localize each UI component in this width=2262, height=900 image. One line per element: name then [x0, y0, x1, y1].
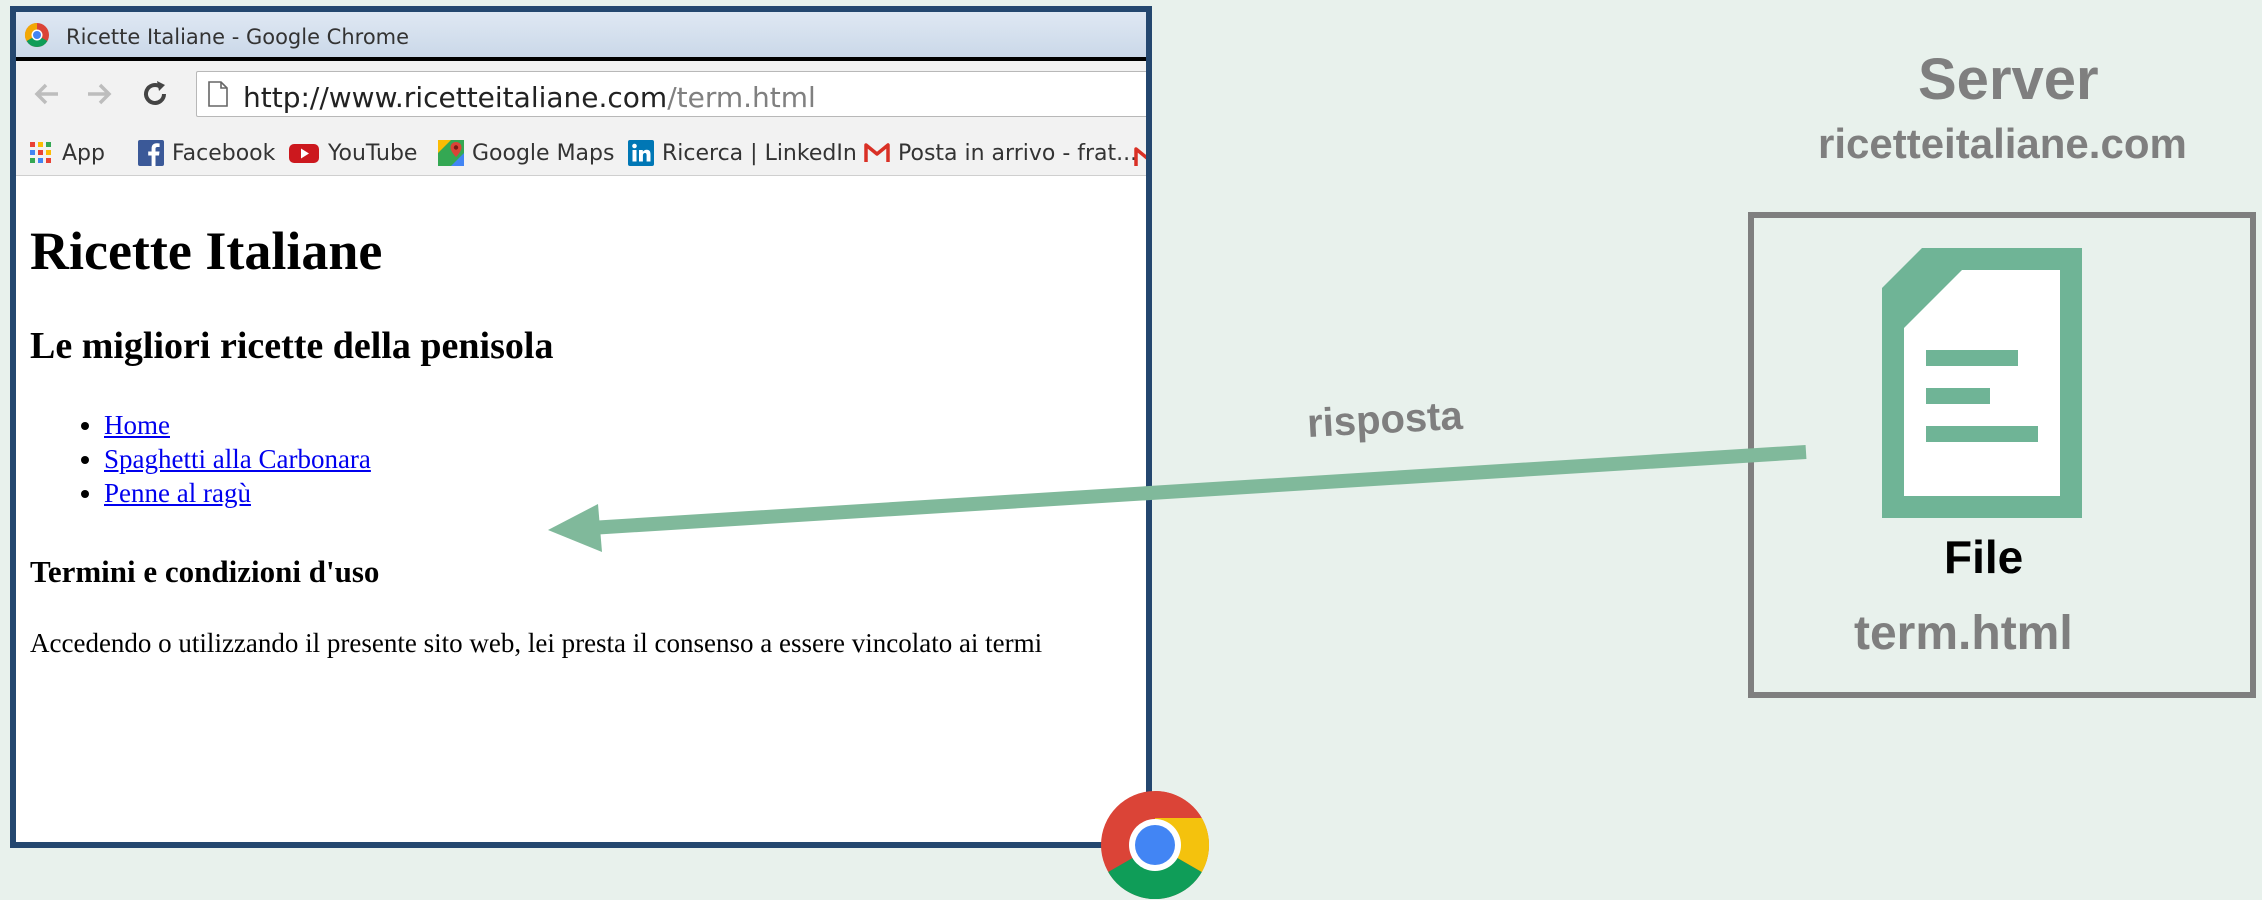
nav-list: Home Spaghetti alla Carbonara Penne al r…	[30, 408, 371, 510]
back-arrow-icon[interactable]	[30, 77, 64, 111]
url-host: http://www.ricetteitaliane.com	[243, 81, 668, 114]
facebook-icon	[138, 140, 164, 166]
linkedin-icon	[628, 140, 654, 166]
server-title: Server	[1918, 47, 2099, 112]
link-penne[interactable]: Penne al ragù	[104, 478, 251, 508]
bookmark-label: App	[62, 140, 105, 166]
google-maps-icon	[438, 140, 464, 166]
toolbar: http://www.ricetteitaliane.com/term.html	[16, 61, 1146, 143]
page-content: Ricette Italiane Le migliori ricette del…	[16, 176, 1146, 842]
bookmark-label: Facebook	[172, 140, 276, 166]
file-name: term.html	[1854, 607, 2073, 660]
bookmarks-bar: App Facebook YouTube Google Maps Ricerca…	[16, 135, 1146, 176]
link-carbonara[interactable]: Spaghetti alla Carbonara	[104, 444, 371, 474]
reload-icon[interactable]	[138, 77, 172, 111]
link-home[interactable]: Home	[104, 410, 170, 440]
url-text: http://www.ricetteitaliane.com/term.html	[243, 81, 816, 114]
terms-heading: Termini e condizioni d'uso	[30, 554, 380, 589]
chrome-icon	[24, 22, 49, 48]
window-title: Ricette Italiane - Google Chrome	[66, 25, 410, 49]
list-item: Spaghetti alla Carbonara	[104, 442, 371, 476]
bookmark-app[interactable]: App	[28, 140, 105, 166]
gmail-icon[interactable]	[1134, 144, 1152, 170]
title-bar: Ricette Italiane - Google Chrome	[16, 12, 1146, 60]
bookmark-youtube[interactable]: YouTube	[288, 140, 417, 166]
browser-window: Ricette Italiane - Google Chrome http://…	[10, 6, 1152, 848]
file-label: File	[1944, 531, 2024, 583]
file-icon	[1882, 248, 2082, 518]
page-subheading: Le migliori ricette della penisola	[30, 325, 554, 367]
bookmark-google-maps[interactable]: Google Maps	[438, 140, 614, 166]
page-heading: Ricette Italiane	[30, 221, 383, 281]
bookmark-linkedin[interactable]: Ricerca | LinkedIn	[628, 140, 857, 166]
list-item: Home	[104, 408, 371, 442]
address-bar[interactable]: http://www.ricetteitaliane.com/term.html	[196, 71, 1146, 117]
page-icon	[208, 81, 228, 107]
bookmark-label: Google Maps	[472, 140, 615, 166]
gmail-icon	[864, 143, 890, 162]
forward-arrow-icon[interactable]	[82, 77, 116, 111]
list-item: Penne al ragù	[104, 476, 371, 510]
url-path: /term.html	[667, 81, 816, 114]
bookmark-label: Ricerca | LinkedIn	[662, 140, 857, 166]
bookmark-label: Posta in arrivo - frat...	[898, 140, 1138, 166]
terms-paragraph: Accedendo o utilizzando il presente sito…	[30, 628, 1043, 658]
server-host: ricetteitaliane.com	[1818, 120, 2187, 167]
apps-grid-icon	[30, 142, 51, 163]
youtube-icon	[289, 144, 319, 163]
bookmark-facebook[interactable]: Facebook	[138, 140, 275, 166]
arrow-label: risposta	[1306, 393, 1464, 446]
bookmark-gmail[interactable]: Posta in arrivo - frat...	[864, 140, 1137, 166]
chrome-logo-icon	[1101, 791, 1210, 900]
bookmark-label: YouTube	[328, 140, 418, 166]
